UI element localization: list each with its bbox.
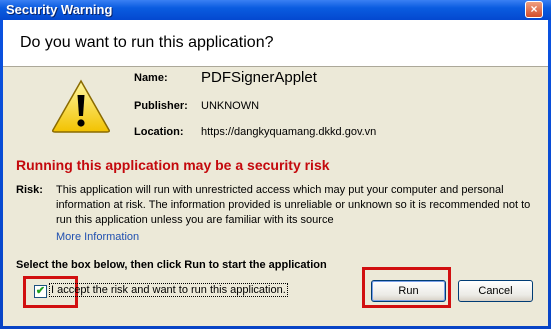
warning-triangle-icon xyxy=(52,79,110,133)
close-icon: × xyxy=(530,2,538,16)
publisher-label: Publisher: xyxy=(134,100,188,112)
accept-risk-label[interactable]: I accept the risk and want to run this a… xyxy=(49,283,288,297)
dialog-body: Do you want to run this application? Nam… xyxy=(3,20,548,326)
security-warning-dialog: Security Warning × Do you want to run th… xyxy=(0,0,551,329)
close-button[interactable]: × xyxy=(525,1,543,18)
run-button[interactable]: Run xyxy=(371,280,446,302)
name-value: PDFSignerApplet xyxy=(201,69,317,86)
more-information-link[interactable]: More Information xyxy=(56,231,139,243)
header-panel: Do you want to run this application? xyxy=(3,20,548,67)
accept-risk-checkbox[interactable]: ✔ xyxy=(34,285,47,298)
publisher-value: UNKNOWN xyxy=(201,100,260,112)
risk-heading: Running this application may be a securi… xyxy=(16,157,330,173)
accept-instruction: Select the box below, then click Run to … xyxy=(16,259,327,271)
checkmark-icon: ✔ xyxy=(35,285,46,297)
cancel-button[interactable]: Cancel xyxy=(458,280,533,302)
location-value: https://dangkyquamang.dkkd.gov.vn xyxy=(201,126,377,138)
location-label: Location: xyxy=(134,126,184,138)
title-bar[interactable]: Security Warning × xyxy=(0,0,551,20)
window-title: Security Warning xyxy=(6,2,113,17)
risk-label: Risk: xyxy=(16,184,43,196)
risk-description: This application will run with unrestric… xyxy=(56,184,531,226)
dialog-question: Do you want to run this application? xyxy=(20,34,274,51)
name-label: Name: xyxy=(134,72,168,84)
